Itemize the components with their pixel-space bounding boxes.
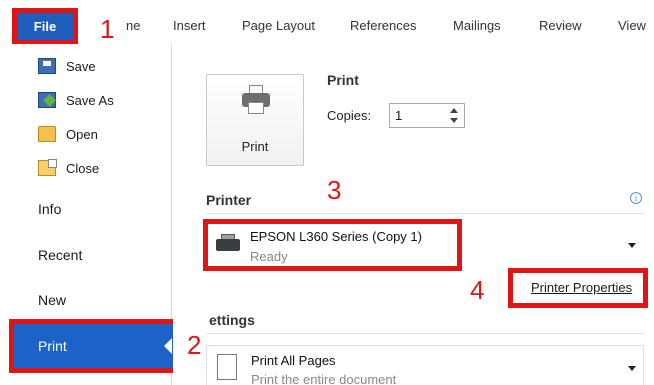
open-label: Open <box>66 126 98 142</box>
chevron-down-icon <box>628 243 636 248</box>
close-folder-icon <box>38 159 57 176</box>
printer-divider <box>206 213 644 214</box>
save-as-icon <box>38 92 56 108</box>
print-range-dropdown[interactable]: Print All Pages Print the entire documen… <box>206 345 644 385</box>
sidebar-item-new[interactable]: New <box>38 292 66 308</box>
printer-heading: Printer <box>206 192 252 208</box>
callout-1: 1 <box>100 14 115 44</box>
selected-arrow-icon <box>164 338 172 354</box>
spin-up-icon[interactable] <box>450 108 458 113</box>
copies-label: Copies: <box>327 108 372 123</box>
tab-review[interactable]: Review <box>539 18 582 33</box>
save-as-command[interactable]: Save As <box>38 89 114 111</box>
printer-properties-link[interactable]: Printer Properties <box>508 268 648 308</box>
printer-properties-label: Printer Properties <box>531 280 633 295</box>
folder-open-icon <box>38 126 56 142</box>
tab-references[interactable]: References <box>350 18 416 33</box>
print-button[interactable]: Print <box>206 74 304 166</box>
close-label: Close <box>66 160 100 176</box>
callout-2: 2 <box>187 330 202 360</box>
printer-thumbnail-icon <box>216 234 240 254</box>
print-heading: Print <box>327 72 359 88</box>
printer-selection[interactable]: EPSON L360 Series (Copy 1) Ready <box>203 219 462 271</box>
pages-icon <box>217 354 244 385</box>
tab-view[interactable]: View <box>618 18 646 33</box>
spin-down-icon[interactable] <box>450 118 458 123</box>
save-icon <box>38 58 56 74</box>
save-command[interactable]: Save <box>38 55 96 77</box>
print-range-title: Print All Pages <box>251 353 336 368</box>
save-as-label: Save As <box>66 92 114 108</box>
info-icon[interactable]: i <box>630 192 642 204</box>
chevron-down-icon <box>628 366 636 371</box>
ribbon: File ne Insert Page Layout References Ma… <box>0 0 654 45</box>
open-command[interactable]: Open <box>38 123 98 145</box>
printer-name: EPSON L360 Series (Copy 1) <box>250 229 422 244</box>
printer-status: Ready <box>250 249 288 264</box>
sidebar-item-info[interactable]: Info <box>38 201 61 217</box>
copies-spinner[interactable] <box>446 105 462 126</box>
tab-mailings[interactable]: Mailings <box>453 18 501 33</box>
settings-heading: ettings <box>209 312 255 328</box>
callout-3: 3 <box>327 175 342 205</box>
settings-divider <box>206 333 644 334</box>
save-label: Save <box>66 58 96 74</box>
sidebar-item-recent[interactable]: Recent <box>38 247 82 263</box>
printer-icon <box>241 85 271 115</box>
print-range-subtitle: Print the entire document <box>251 372 397 385</box>
tab-insert[interactable]: Insert <box>173 18 206 33</box>
sidebar-item-print[interactable]: Print <box>9 319 179 373</box>
print-button-label: Print <box>241 139 269 154</box>
tab-page-layout[interactable]: Page Layout <box>242 18 315 33</box>
print-tab-label: Print <box>38 338 67 354</box>
callout-4: 4 <box>470 275 485 305</box>
close-command[interactable]: Close <box>38 157 99 179</box>
file-tab[interactable]: File <box>12 8 78 45</box>
tab-home[interactable]: ne <box>126 18 140 33</box>
